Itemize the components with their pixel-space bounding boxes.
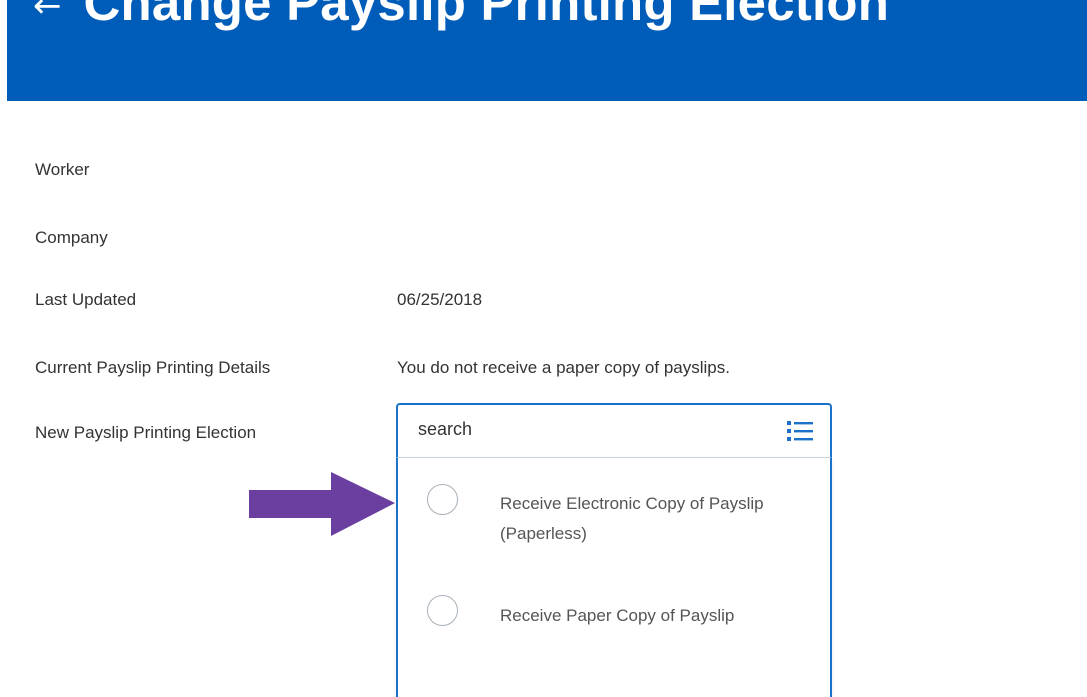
- option-label: Receive Electronic Copy of Payslip (Pape…: [500, 494, 764, 543]
- page-title: Change Payslip Printing Election: [83, 0, 890, 31]
- radio-button[interactable]: [427, 595, 458, 626]
- option-electronic-copy[interactable]: Receive Electronic Copy of Payslip (Pape…: [398, 458, 830, 548]
- last-updated-label: Last Updated: [35, 290, 137, 309]
- worker-label: Worker: [35, 160, 90, 179]
- arrow-right-icon: [249, 472, 395, 536]
- search-input[interactable]: [418, 419, 768, 440]
- current-payslip-details-label: Current Payslip Printing Details: [35, 358, 271, 377]
- last-updated-value: 06/25/2018: [397, 290, 483, 309]
- list-icon[interactable]: [786, 419, 814, 443]
- new-payslip-election-label: New Payslip Printing Election: [35, 423, 257, 442]
- option-paper-copy[interactable]: Receive Paper Copy of Payslip: [398, 578, 830, 668]
- arrow-left-icon[interactable]: ←: [33, 0, 62, 23]
- page-header: ← Change Payslip Printing Election: [7, 0, 1087, 101]
- option-label: Receive Paper Copy of Payslip: [500, 606, 735, 625]
- header-inner: ← Change Payslip Printing Election: [33, 0, 889, 28]
- radio-button[interactable]: [427, 484, 458, 515]
- election-options-dropdown: Receive Electronic Copy of Payslip (Pape…: [396, 457, 832, 697]
- company-label: Company: [35, 228, 108, 247]
- current-payslip-details-value: You do not receive a paper copy of paysl…: [397, 358, 730, 377]
- election-search-field[interactable]: [396, 403, 832, 457]
